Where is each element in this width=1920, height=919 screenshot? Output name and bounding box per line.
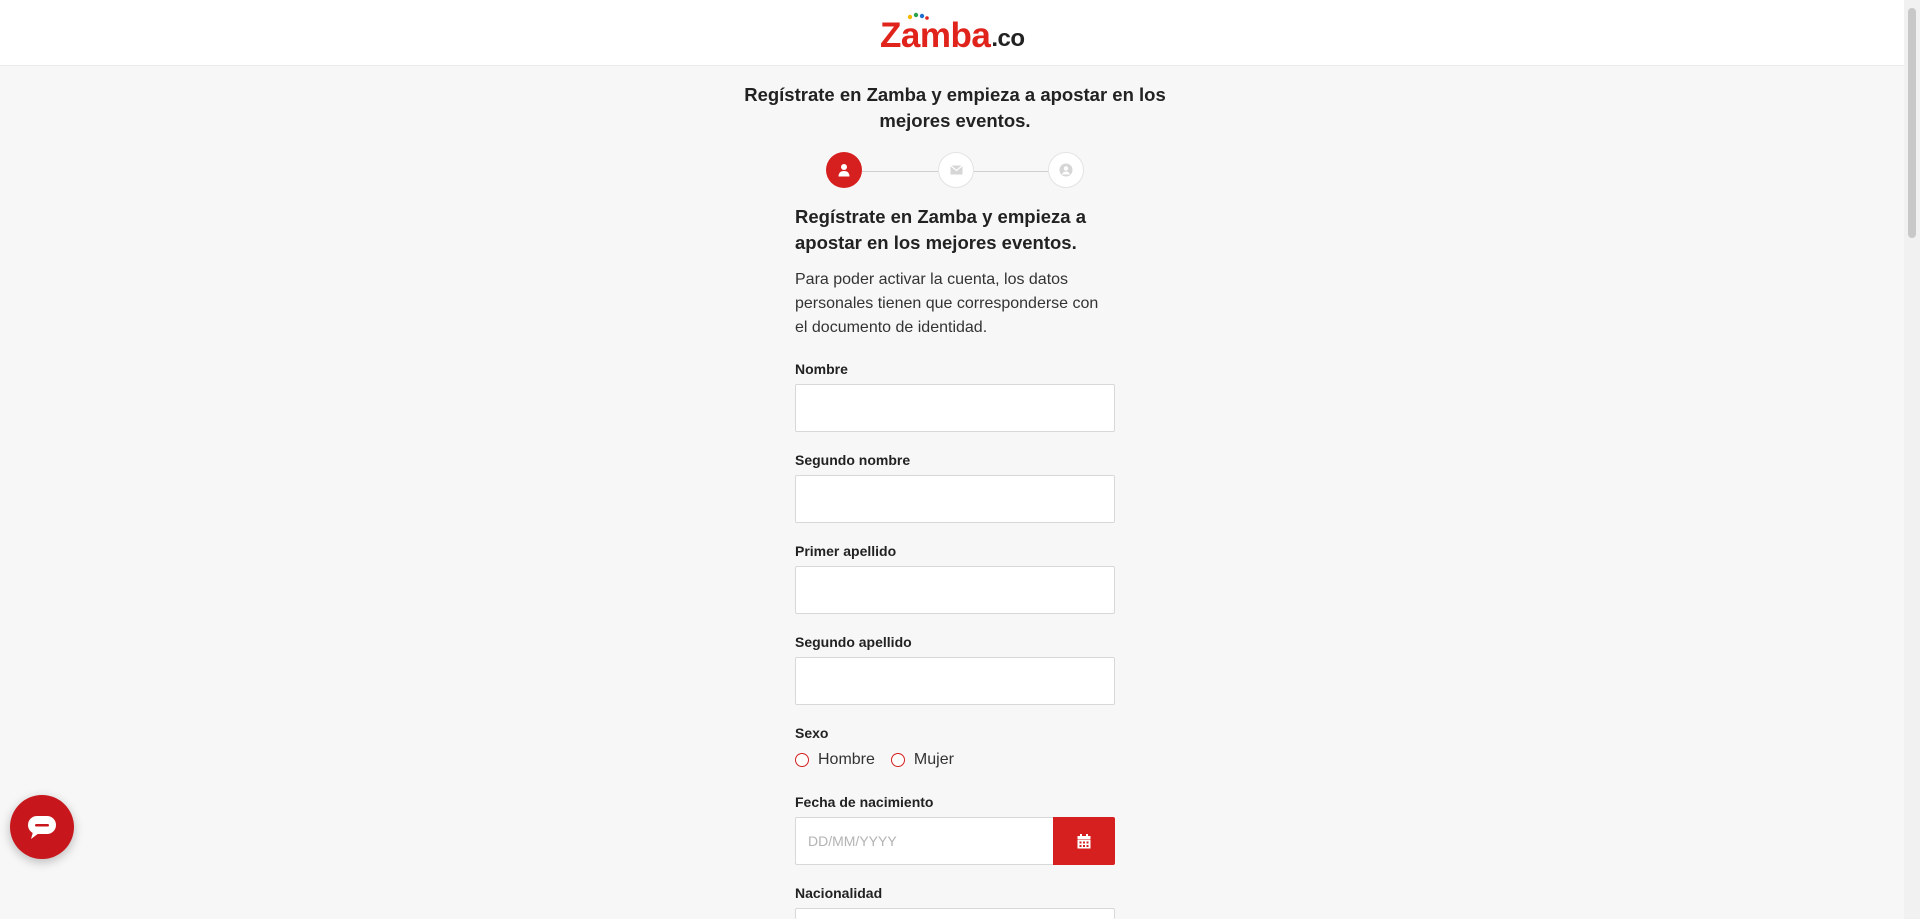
segundo-nombre-input[interactable] xyxy=(795,475,1115,523)
chat-bubble-icon xyxy=(28,816,56,839)
zamba-logo[interactable]: Zamba .co xyxy=(880,12,1025,55)
nacionalidad-label: Nacionalidad xyxy=(795,885,883,901)
radio-mujer-label[interactable]: Mujer xyxy=(914,751,954,769)
calendar-icon xyxy=(1077,833,1091,848)
fecha-nacimiento-label: Fecha de nacimiento xyxy=(795,794,934,810)
nacionalidad-select[interactable] xyxy=(795,908,1115,919)
registration-form-intro: Regístrate en Zamba y empieza a apostar … xyxy=(795,204,1115,340)
registration-stepper xyxy=(826,152,1084,190)
fecha-nacimiento-input[interactable] xyxy=(795,817,1053,865)
primer-apellido-label: Primer apellido xyxy=(795,543,897,559)
logo-confetti-icon xyxy=(907,12,929,20)
top-header: Zamba .co xyxy=(0,0,1904,66)
user-circle-icon xyxy=(1059,163,1073,177)
stepper-connector xyxy=(862,171,938,172)
nombre-input[interactable] xyxy=(795,384,1115,432)
page-scrollbar[interactable] xyxy=(1904,0,1920,919)
envelope-icon xyxy=(949,165,963,175)
segundo-apellido-label: Segundo apellido xyxy=(795,634,912,650)
page-heading: Regístrate en Zamba y empieza a apostar … xyxy=(744,84,1166,131)
logo-brand-text: Zamba xyxy=(880,16,991,55)
sexo-label: Sexo xyxy=(795,725,829,741)
form-title: Regístrate en Zamba y empieza a apostar … xyxy=(795,206,1086,253)
radio-mujer-circle[interactable] xyxy=(890,753,905,767)
logo-tld-text: .co xyxy=(991,25,1025,52)
stepper-connector xyxy=(974,171,1048,172)
step-contact xyxy=(938,152,974,188)
segundo-apellido-input[interactable] xyxy=(795,657,1115,705)
step-personal-data xyxy=(826,152,862,188)
radio-hombre-circle[interactable] xyxy=(795,753,809,767)
radio-hombre-label[interactable]: Hombre xyxy=(818,751,875,769)
step-account xyxy=(1048,152,1084,188)
sexo-radio-group: Hombre Mujer xyxy=(795,751,970,769)
nombre-label: Nombre xyxy=(795,361,848,377)
fecha-nacimiento-group xyxy=(795,817,1115,865)
scrollbar-thumb[interactable] xyxy=(1908,8,1916,238)
user-icon xyxy=(838,164,850,177)
segundo-nombre-label: Segundo nombre xyxy=(795,452,911,468)
primer-apellido-input[interactable] xyxy=(795,566,1115,614)
radio-hombre[interactable]: Hombre xyxy=(795,751,875,769)
chat-button[interactable] xyxy=(10,795,74,859)
radio-mujer[interactable]: Mujer xyxy=(890,751,954,769)
form-description: Para poder activar la cuenta, los datos … xyxy=(795,271,1099,336)
calendar-button[interactable] xyxy=(1053,817,1115,865)
